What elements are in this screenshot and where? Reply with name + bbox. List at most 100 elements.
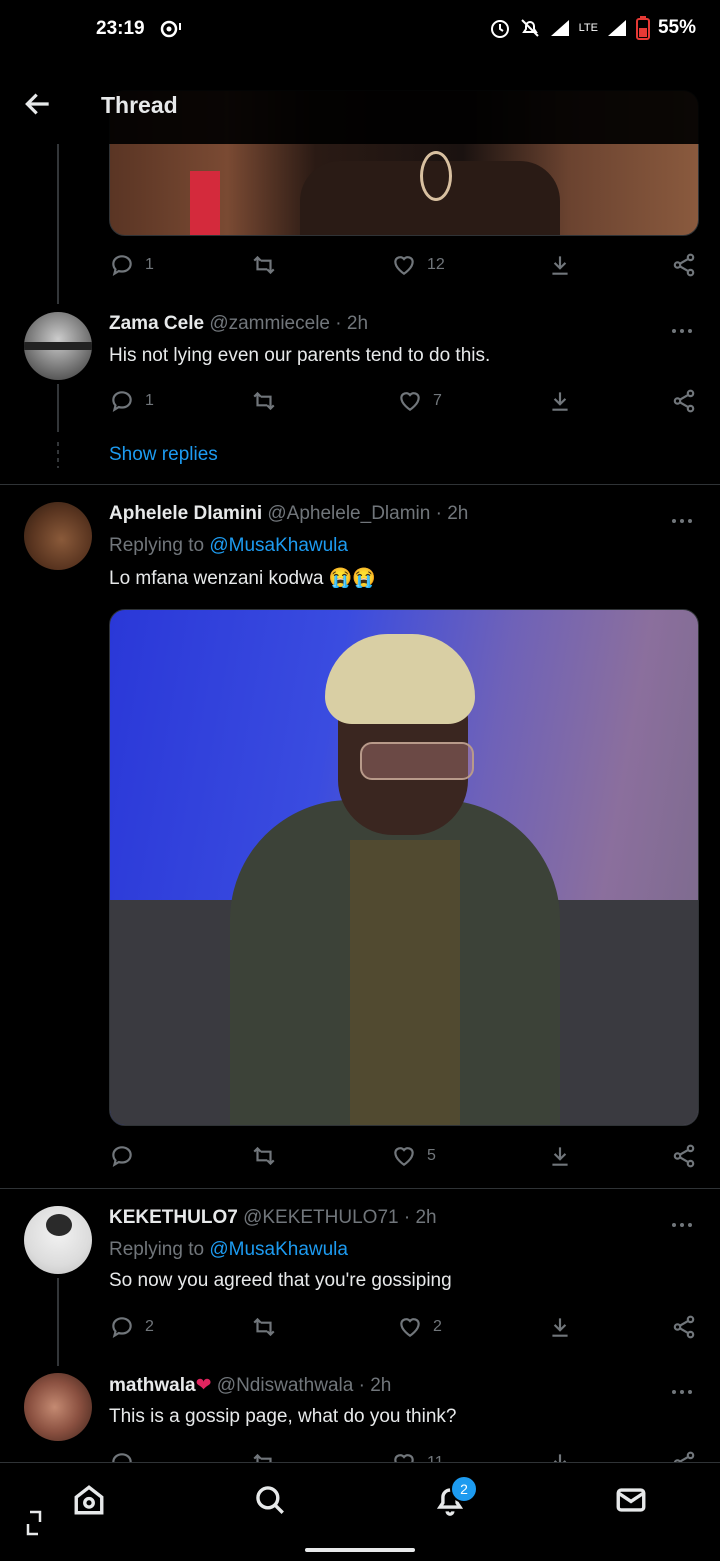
download-button[interactable] (547, 252, 573, 278)
battery-icon (635, 16, 650, 40)
heart-icon (394, 256, 414, 275)
like-button[interactable]: 5 (391, 1143, 436, 1169)
reply-button[interactable]: 2 (109, 1314, 154, 1340)
replying-to-label: Replying to (109, 1239, 205, 1260)
retweet-button[interactable] (251, 1450, 277, 1462)
thread-header: Thread (0, 62, 720, 144)
thread-feed[interactable]: 1 12 Zama Cele @zammiecele · 2h His not … (0, 0, 720, 1462)
retweet-button[interactable] (251, 1314, 277, 1340)
thread-line (57, 1278, 59, 1366)
tweet-time: · 2h (335, 313, 369, 334)
mute-icon (520, 19, 539, 37)
more-options-button[interactable] (672, 320, 698, 333)
notification-icon (160, 20, 182, 44)
avatar-detail (46, 1214, 72, 1236)
download-button[interactable] (547, 1450, 573, 1462)
author-name[interactable]: KEKETHULO7 (109, 1207, 238, 1228)
author-name[interactable]: mathwala (109, 1375, 196, 1396)
notifications-badge: 2 (450, 1475, 478, 1503)
share-button[interactable] (671, 1314, 697, 1340)
like-count: 5 (427, 1147, 436, 1164)
signal-icon (550, 20, 569, 36)
download-icon (553, 1454, 567, 1462)
tweet-image[interactable] (109, 609, 699, 1126)
tweet-actions: 1 7 (109, 388, 699, 418)
like-button[interactable]: 12 (391, 252, 445, 278)
author-handle[interactable]: @KEKETHULO71 (243, 1207, 399, 1228)
mail-icon (616, 1488, 646, 1512)
download-button[interactable] (547, 1314, 573, 1340)
avatar[interactable] (24, 312, 92, 380)
reply-icon (112, 255, 132, 276)
nav-home[interactable] (72, 1483, 116, 1527)
author-name[interactable]: Aphelele Dlamini (109, 503, 262, 524)
thread-line-dotted (57, 442, 59, 468)
replying-to-label: Replying to (109, 535, 205, 556)
show-replies-link[interactable]: Show replies (109, 444, 218, 466)
reply-count: 1 (145, 256, 154, 273)
replying-to-link[interactable]: @MusaKhawula (209, 1239, 348, 1260)
share-button[interactable] (671, 388, 697, 414)
like-button[interactable]: 7 (397, 388, 442, 414)
retweet-icon (253, 1453, 272, 1462)
reply-button[interactable]: 1 (109, 252, 154, 278)
tweet-header: mathwala❤ @Ndiswathwala · 2h (109, 1374, 391, 1397)
download-icon (552, 1147, 568, 1166)
replying-to: Replying to @MusaKhawula (109, 535, 348, 557)
home-indicator (305, 1548, 415, 1552)
network-type: LTE (578, 22, 598, 34)
author-name[interactable]: Zama Cele (109, 313, 204, 334)
like-button[interactable]: 2 (397, 1314, 442, 1340)
replying-to-link[interactable]: @MusaKhawula (209, 535, 348, 556)
retweet-button[interactable] (251, 1143, 277, 1169)
thread-line (57, 384, 59, 432)
reply-button[interactable]: 1 (109, 388, 154, 414)
retweet-icon (253, 1146, 275, 1166)
download-icon (552, 256, 568, 275)
avatar[interactable] (24, 502, 92, 570)
nav-search[interactable] (253, 1483, 297, 1527)
image-detail (350, 840, 460, 1125)
rotate-icon[interactable] (24, 1508, 48, 1538)
download-button[interactable] (547, 1143, 573, 1169)
reply-button[interactable] (109, 1143, 135, 1169)
status-bar: 23:19 LTE 55% (0, 0, 720, 62)
download-icon (552, 392, 568, 411)
reply-button[interactable] (109, 1450, 135, 1462)
like-count: 12 (427, 256, 445, 273)
tweet-actions: 11 (109, 1450, 699, 1462)
reply-icon (112, 1146, 132, 1167)
tweet-text: So now you agreed that you're gossiping (109, 1270, 452, 1291)
author-handle[interactable]: @zammiecele (209, 313, 330, 334)
like-count: 11 (427, 1454, 444, 1462)
avatar[interactable] (24, 1373, 92, 1441)
avatar[interactable] (24, 1206, 92, 1274)
tweet-time: · 2h (403, 1207, 437, 1228)
share-button[interactable] (671, 1143, 697, 1169)
back-arrow-icon[interactable] (22, 88, 54, 120)
share-button[interactable] (671, 252, 697, 278)
more-options-button[interactable] (672, 1214, 698, 1227)
thread-line (57, 144, 59, 304)
retweet-button[interactable] (251, 252, 277, 278)
download-icon (552, 1318, 568, 1337)
nav-messages[interactable] (614, 1483, 658, 1527)
share-button[interactable] (671, 1450, 697, 1462)
author-handle[interactable]: @Aphelele_Dlamin (267, 503, 430, 524)
retweet-icon (253, 1317, 275, 1337)
signal-icon (607, 20, 626, 36)
tweet-time: · 2h (358, 1375, 392, 1396)
reply-count: 2 (145, 1318, 154, 1335)
like-count: 2 (433, 1318, 442, 1335)
image-detail (325, 634, 475, 724)
retweet-button[interactable] (251, 388, 277, 414)
search-icon (256, 1486, 284, 1514)
status-time: 23:19 (96, 18, 145, 39)
download-button[interactable] (547, 388, 573, 414)
battery-percent: 55% (657, 17, 696, 38)
more-options-button[interactable] (672, 510, 698, 523)
author-handle[interactable]: @Ndiswathwala (217, 1375, 354, 1396)
tweet-header: Zama Cele @zammiecele · 2h (109, 313, 368, 335)
more-options-button[interactable] (672, 1381, 698, 1394)
like-button[interactable]: 11 (391, 1450, 444, 1462)
